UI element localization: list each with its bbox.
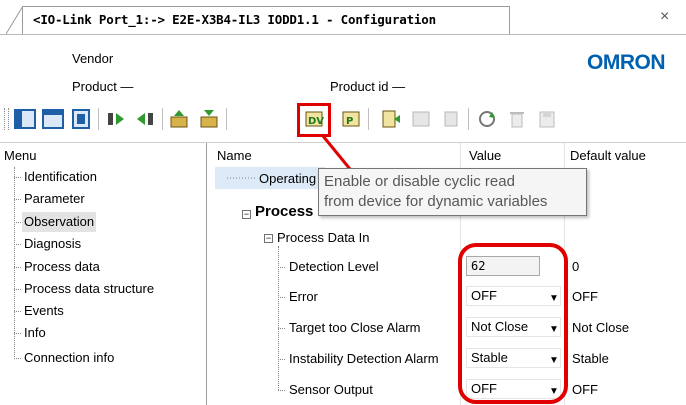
tooltip-line-2: from device for dynamic variables [324,193,548,210]
values-highlight-oval [458,243,568,404]
tooltip-line-1: Enable or disable cyclic read [324,173,515,190]
tooltip: Enable or disable cyclic read from devic… [318,168,587,216]
